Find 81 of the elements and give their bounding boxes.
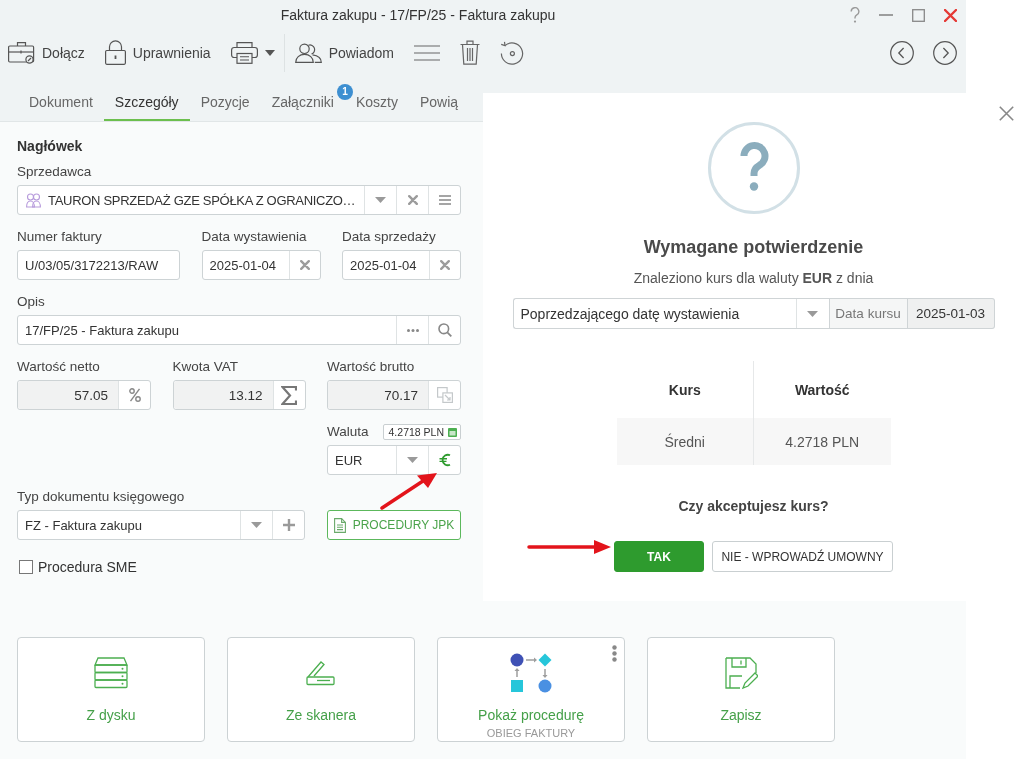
document-type-dropdown[interactable]: FZ - Faktura zakupu [17, 510, 305, 540]
annotation-arrow [380, 472, 438, 510]
caret-down-icon [807, 310, 818, 317]
clear-icon [299, 260, 310, 270]
attach-button[interactable]: Dołącz [8, 37, 85, 68]
caret-down-icon [375, 197, 386, 203]
table-cell: Średni [616, 418, 754, 465]
floppy-disk-icon [724, 656, 758, 690]
field-label: Data wystawienia [201, 228, 308, 246]
caret-down-icon [264, 49, 275, 56]
rate-date-label: Data kursu [828, 298, 908, 329]
tab[interactable]: Powią [408, 84, 470, 121]
briefcase-icon [8, 41, 35, 64]
sum-icon [281, 385, 297, 405]
reject-button[interactable]: NIE - WPROWADŹ UMOWNY [712, 541, 893, 572]
field-label: Wartość netto [17, 358, 101, 376]
table-cell-text: 4.2718 PLN [784, 432, 861, 452]
people-icon [26, 192, 41, 208]
seller-field[interactable]: TAURON SPRZEDAŻ GZE SPÓŁKA Z OGRANICZO… [17, 185, 461, 215]
invoice-number-field[interactable]: U/03/05/3172213/RAW [17, 250, 180, 280]
currency-dropdown[interactable]: EUR [327, 445, 461, 475]
lock-icon [104, 40, 126, 65]
field-label: Opis [17, 293, 46, 311]
field-label: Typ dokumentu księgowego [17, 488, 186, 506]
tab[interactable]: Dokument [18, 84, 104, 121]
date-field[interactable]: 2025-01-04 [201, 250, 321, 280]
question-icon [707, 122, 800, 214]
close-icon[interactable] [944, 8, 957, 22]
checkbox-label: Procedura SME [38, 559, 137, 575]
caret-down-icon [407, 457, 418, 463]
field-label: Numer faktury [17, 228, 103, 246]
euro-icon [438, 453, 451, 467]
dialog-question: Czy akceptujesz kurs? [678, 497, 829, 515]
vat-amount-field[interactable]: 13.12 [172, 380, 306, 410]
notify-button[interactable]: Powiadom [294, 37, 394, 68]
gross-value-field[interactable]: 70.17 [327, 380, 461, 410]
rate-source-dropdown[interactable]: Poprzedzającego datę wystawienia [512, 298, 829, 329]
dialog-title: Wymagane potwierdzenie [643, 237, 864, 257]
field-label: Sprzedawca [17, 163, 93, 181]
calendar-icon [448, 427, 457, 437]
maximize-icon[interactable] [912, 8, 925, 22]
clear-icon [407, 195, 418, 205]
close-icon[interactable] [999, 106, 1014, 121]
description-field[interactable]: 17/FP/25 - Faktura zakupu [17, 315, 461, 345]
field-label: Wartość brutto [327, 358, 416, 376]
copy-icon [436, 387, 453, 403]
dialog-message: Znaleziono kurs dla waluty EUR z dnia [633, 269, 874, 287]
search-icon [437, 323, 452, 337]
rate-badge: 4.2718 PLN [382, 424, 461, 440]
date-field[interactable]: 2025-01-04 [342, 250, 461, 280]
document-icon [333, 517, 346, 533]
field-label: Waluta [327, 423, 369, 441]
tab[interactable]: Szczegóły [103, 84, 190, 121]
accept-button[interactable]: TAK [614, 541, 704, 572]
caret-down-icon [251, 522, 262, 528]
plus-icon [282, 519, 295, 531]
percent-icon [128, 388, 141, 402]
previous-icon[interactable] [890, 40, 914, 65]
next-icon[interactable] [933, 40, 957, 65]
clear-icon [440, 260, 450, 270]
printer-icon [230, 41, 258, 64]
help-icon[interactable] [850, 7, 860, 23]
rate-date-field: 2025-01-03 [907, 298, 995, 329]
more-options-icon[interactable] [612, 645, 617, 662]
section-heading: Nagłówek [17, 137, 84, 155]
drive-stack-icon [94, 657, 128, 689]
permissions-button[interactable]: Uprawnienia [104, 37, 211, 68]
checkbox[interactable] [19, 560, 33, 574]
count-badge: 1 [336, 84, 353, 100]
people-icon [294, 42, 322, 63]
scanner-icon [306, 660, 336, 686]
menu-icon[interactable] [414, 44, 440, 61]
field-label: Kwota VAT [172, 358, 240, 376]
field-label: Data sprzedaży [342, 228, 437, 246]
more-icon [406, 328, 419, 332]
tab[interactable]: Pozycje [189, 84, 261, 121]
net-value-field[interactable]: 57.05 [17, 380, 151, 410]
menu-icon [438, 195, 451, 205]
table-header-cell-text: Wartość [793, 380, 851, 400]
flowchart-icon [510, 653, 552, 693]
window-title: Faktura zakupu - 17/FP/25 - Faktura zakupu [280, 7, 556, 23]
